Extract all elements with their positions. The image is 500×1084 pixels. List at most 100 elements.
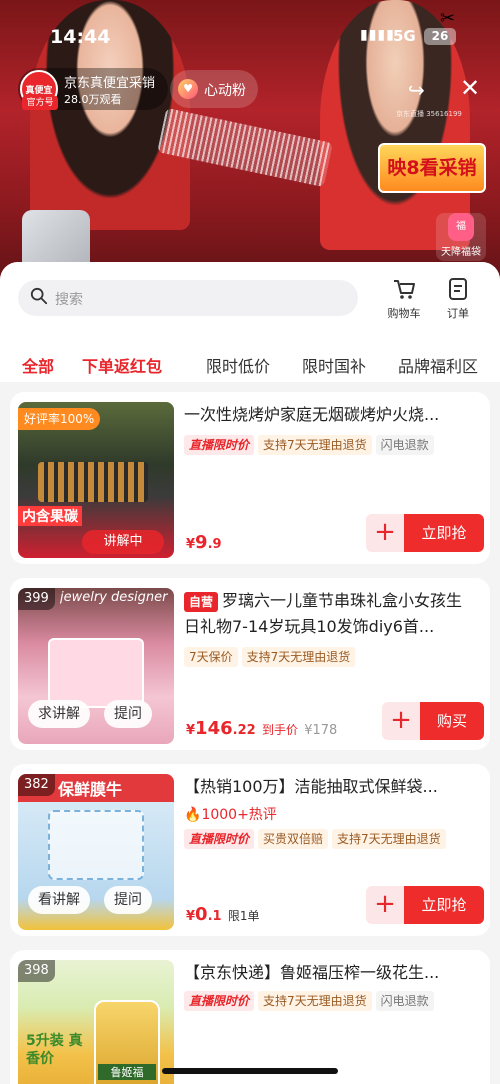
search-input[interactable]: 搜索 <box>18 280 358 316</box>
price-integer: 9 <box>195 532 208 553</box>
network-type: 5G <box>393 27 416 45</box>
price-note: 限1单 <box>227 909 260 923</box>
hot-review: 1000+热评 <box>201 807 277 823</box>
product-card[interactable]: 好评率100% 内含果碳 讲解中 一次性烧烤炉家庭无烟碳烤炉火烧... 直播限时… <box>10 392 490 564</box>
product-price: ¥0.1 限1单 <box>186 904 259 925</box>
tag: 支持7天无理由退货 <box>241 647 356 667</box>
tag: 买贵双倍赔 <box>258 829 329 849</box>
brand-label: 鲁姬福 <box>98 1064 156 1080</box>
request-explain-button[interactable]: 求讲解 <box>28 700 90 728</box>
rating-badge: 好评率100% <box>18 408 101 430</box>
currency-symbol: ¥ <box>186 723 196 738</box>
close-icon[interactable]: ✕ <box>460 74 480 102</box>
promo-banner[interactable]: 映8看采销 <box>378 143 486 193</box>
live-video[interactable]: 14:44 ▮▮▮▮ 5G 26 ✂ 真便宜 官方号 京东真便宜采销 28.0万… <box>0 0 500 290</box>
price-decimal: .9 <box>207 537 222 552</box>
currency-symbol: ¥ <box>186 909 196 924</box>
orders-button[interactable]: 订单 <box>437 276 479 322</box>
tab-brand-benefits[interactable]: 品牌福利区 <box>398 353 478 377</box>
tag: 闪电退款 <box>375 991 434 1011</box>
search-placeholder: 搜索 <box>55 292 83 308</box>
buy-now-button[interactable]: 立即抢 <box>404 886 484 924</box>
lucky-bag-button[interactable]: 福 天降福袋 <box>436 213 486 261</box>
product-image[interactable]: 398 5升装 真香价 鲁姬福 <box>18 960 174 1084</box>
tab-red-packet[interactable]: 下单返红包 <box>82 353 162 377</box>
product-sheet: 搜索 购物车 订单 全部 下单返红包 限时低价 限时国补 品牌福利区 好评率10… <box>0 262 500 1084</box>
rank-badge: 399 <box>18 588 55 610</box>
tag: 支持7天无理由退货 <box>258 991 372 1011</box>
viewer-count: 28.0万观看 <box>64 93 122 106</box>
tag: 闪电退款 <box>375 435 434 455</box>
scissors-icon[interactable]: ✂ <box>440 8 455 29</box>
currency-symbol: ¥ <box>186 537 196 552</box>
wrap-bag-image <box>48 810 144 880</box>
tag: 直播限时价 <box>184 991 255 1011</box>
product-price: ¥9.9 <box>186 532 222 553</box>
grill-image <box>38 462 148 502</box>
buy-now-button[interactable]: 立即抢 <box>404 514 484 552</box>
product-title: 【京东快递】鲁姬福压榨一级花生... <box>184 963 440 982</box>
tab-limited-low-price[interactable]: 限时低价 <box>206 353 270 377</box>
cart-button[interactable]: 购物车 <box>383 276 425 322</box>
tag: 支持7天无理由退货 <box>258 435 372 455</box>
price-note: 到手价 <box>261 723 298 737</box>
store-name: 京东真便宜采销 <box>64 76 156 91</box>
search-icon <box>30 287 48 305</box>
product-card[interactable]: 382 保鲜膜牛 看讲解 提问 【热销100万】洁能抽取式保鲜袋... 🔥100… <box>10 764 490 936</box>
price-decimal: .22 <box>232 723 256 738</box>
status-bar: 14:44 ▮▮▮▮ 5G 26 <box>0 0 500 70</box>
live-id: 京东直播 35616199 <box>396 110 462 118</box>
lucky-bag-label: 天降福袋 <box>441 247 481 258</box>
price-decimal: .1 <box>207 909 222 924</box>
fire-icon: 🔥 <box>184 807 202 823</box>
product-title: 自营 罗璃六一儿童节串珠礼盒小女孩生日礼物7-14岁玩具10发饰diy6首... <box>184 588 476 640</box>
gift-box-image <box>48 638 144 708</box>
self-run-tag: 自营 <box>184 592 219 612</box>
home-indicator[interactable] <box>162 1068 338 1074</box>
follow-button[interactable]: ♥ 心动粉 <box>170 70 258 108</box>
thumb-label: 内含果碳 <box>18 506 82 526</box>
category-tabs: 全部 下单返红包 限时低价 限时国补 品牌福利区 <box>0 344 500 380</box>
watch-explain-button[interactable]: 看讲解 <box>28 886 90 914</box>
tag-row: 直播限时价 买贵双倍赔 支持7天无理由退货 <box>184 828 450 849</box>
add-to-cart-button[interactable]: + <box>382 702 420 740</box>
cart-icon <box>394 280 415 299</box>
ask-question-button[interactable]: 提问 <box>104 886 152 914</box>
ask-question-button[interactable]: 提问 <box>104 700 152 728</box>
battery-icon: 26 <box>424 28 456 45</box>
price-integer: 146 <box>195 718 233 739</box>
sheet-header: 搜索 购物车 订单 全部 下单返红包 限时低价 限时国补 品牌福利区 <box>0 262 500 382</box>
tab-national-subsidy[interactable]: 限时国补 <box>302 353 366 377</box>
share-icon[interactable]: ↪ <box>408 78 425 102</box>
thumb-text: 保鲜膜牛 <box>58 780 123 799</box>
signal-icon: ▮▮▮▮ <box>360 27 395 43</box>
product-price: ¥146.22 到手价 ¥178 <box>186 718 337 739</box>
thumb-text: 5升装 真香价 <box>26 1033 83 1067</box>
official-badge: 官方号 <box>22 96 58 110</box>
tag: 支持7天无理由退货 <box>332 829 446 849</box>
store-info[interactable]: 真便宜 官方号 京东真便宜采销 28.0万观看 <box>18 68 168 110</box>
product-card[interactable]: 398 5升装 真香价 鲁姬福 【京东快递】鲁姬福压榨一级花生... 直播限时价… <box>10 950 490 1084</box>
tag-row: 直播限时价 支持7天无理由退货 闪电退款 <box>184 434 438 455</box>
rank-badge: 398 <box>18 960 55 982</box>
tag-row: 7天保价 支持7天无理由退货 <box>184 646 359 667</box>
tag: 直播限时价 <box>184 829 255 849</box>
follow-label: 心动粉 <box>204 83 246 99</box>
add-to-cart-button[interactable]: + <box>366 514 404 552</box>
buy-button[interactable]: 购买 <box>420 702 484 740</box>
tag: 7天保价 <box>184 647 238 667</box>
status-time: 14:44 <box>50 26 111 48</box>
price-integer: 0 <box>195 904 208 925</box>
tab-all[interactable]: 全部 <box>22 353 54 377</box>
lucky-bag-icon: 福 <box>448 213 474 241</box>
product-image[interactable]: 好评率100% 内含果碳 讲解中 <box>18 402 174 558</box>
hot-review-row: 🔥1000+热评 <box>184 804 277 824</box>
product-title: 一次性烧烤炉家庭无烟碳烤炉火烧... <box>184 405 440 424</box>
heart-icon: ♥ <box>178 79 198 99</box>
product-image[interactable]: 399 jewelry designer 求讲解 提问 <box>18 588 174 744</box>
thumb-text: jewelry designer <box>60 590 168 605</box>
add-to-cart-button[interactable]: + <box>366 886 404 924</box>
product-title: 【热销100万】洁能抽取式保鲜袋... <box>184 777 438 796</box>
product-image[interactable]: 382 保鲜膜牛 看讲解 提问 <box>18 774 174 930</box>
product-card[interactable]: 399 jewelry designer 求讲解 提问 自营 罗璃六一儿童节串珠礼… <box>10 578 490 750</box>
